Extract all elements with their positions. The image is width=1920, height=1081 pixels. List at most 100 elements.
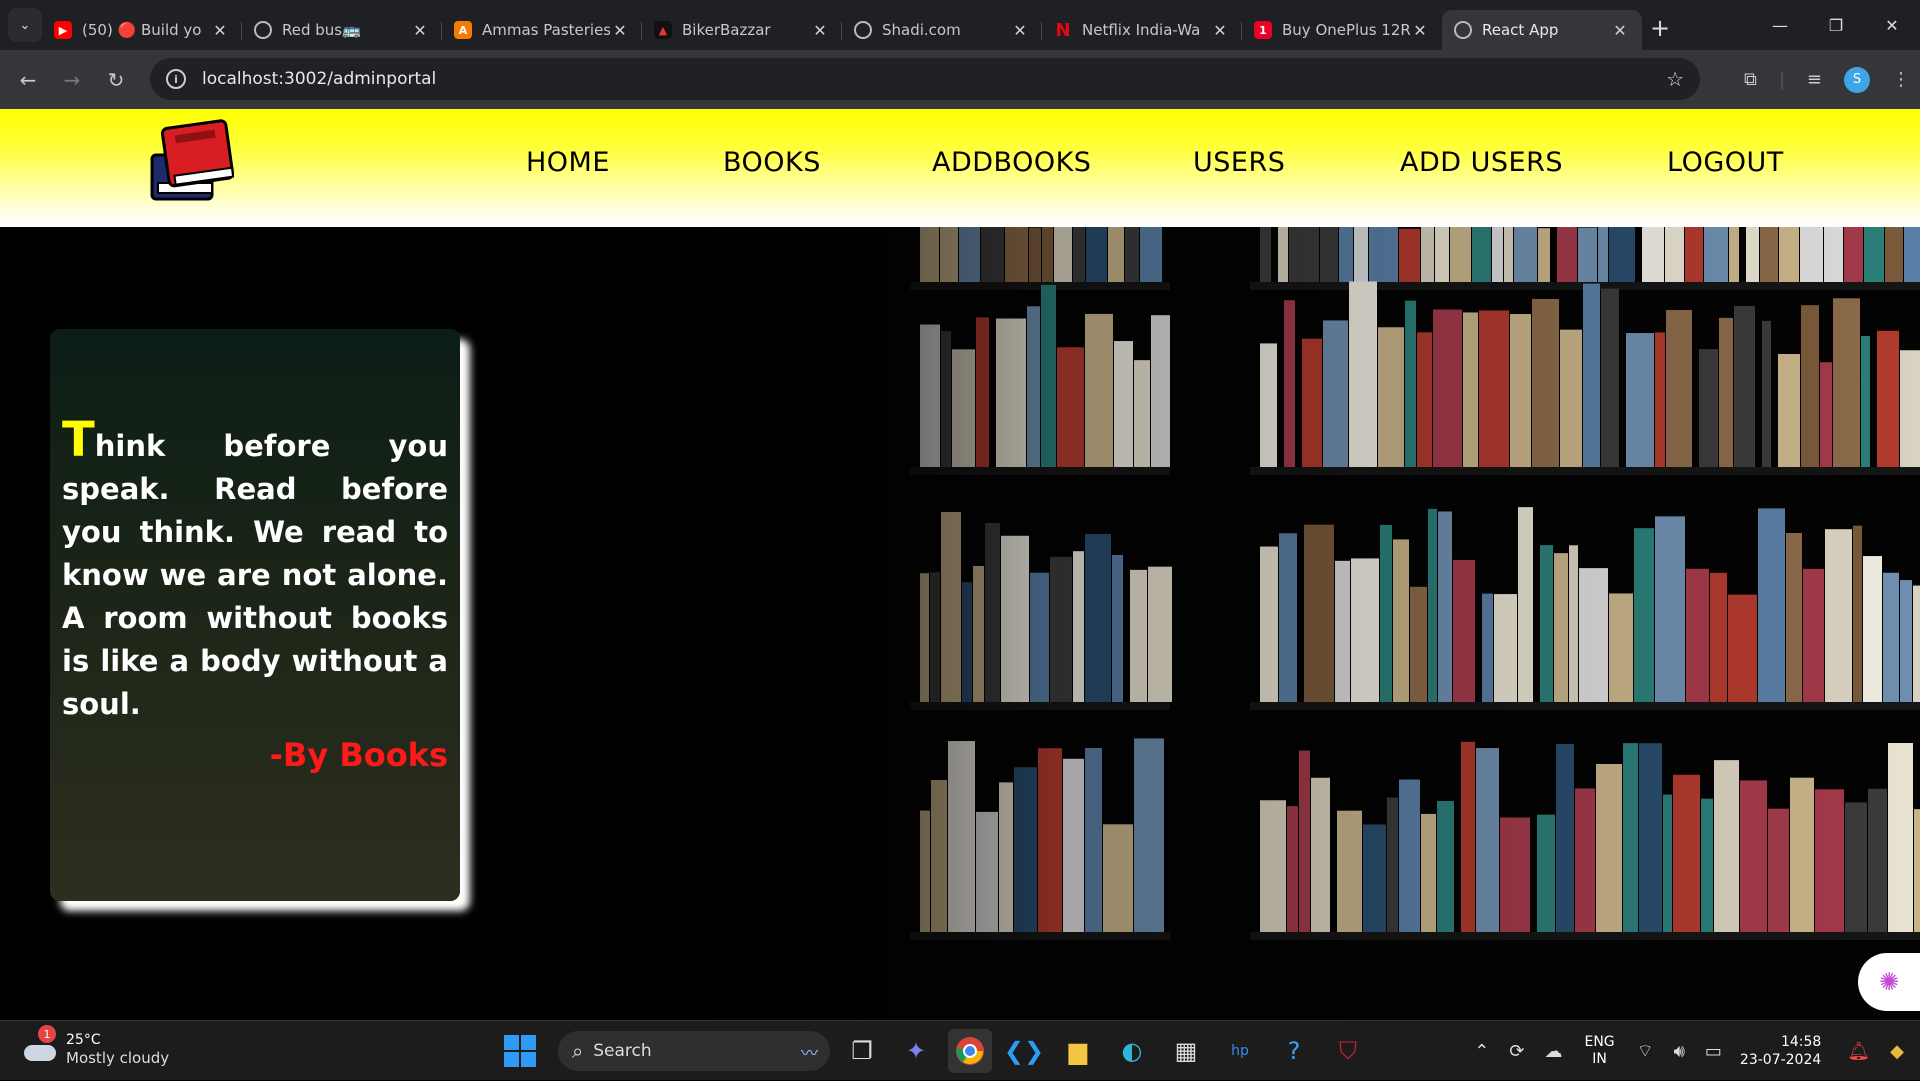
nav-home[interactable]: HOME (526, 147, 610, 178)
tab-title: Red bus🚌 (282, 21, 361, 39)
tab-title: Shadi.com (882, 21, 961, 39)
minimize-icon[interactable]: — (1752, 16, 1808, 35)
browser-toolbar: ← → ↻ i localhost:3002/adminportal ☆ ⧉ |… (0, 50, 1920, 109)
tab-youtube[interactable]: ▶ (50) 🔴 Build yo ✕ (42, 10, 242, 50)
quote-body: hink before you speak. Read before you t… (62, 429, 448, 721)
window-controls: — ❐ ✕ (1752, 0, 1920, 50)
chrome-icon[interactable] (948, 1029, 992, 1073)
tab-search-icon[interactable]: ⌄ (8, 8, 42, 42)
cloud-icon: 1 (22, 1025, 58, 1063)
bookmark-star-icon[interactable]: ☆ (1666, 67, 1684, 91)
mcafee-icon[interactable]: ⛉ (1326, 1029, 1370, 1073)
tab-react-app[interactable]: React App ✕ (1442, 10, 1642, 50)
teams-icon[interactable]: ✦ (894, 1029, 938, 1073)
tab-title: (50) 🔴 Build yo (82, 21, 202, 39)
nav-logout[interactable]: LOGOUT (1667, 147, 1784, 178)
nav-books[interactable]: BOOKS (723, 147, 821, 178)
system-tray: ⌃ ⟳ ☁ ENG IN ⌔ 🔊︎ ▭ 14:58 23-07-2024 🔔︎ … (1464, 1021, 1920, 1081)
close-icon[interactable]: ✕ (810, 21, 830, 40)
tab-title: BikerBazzar (682, 21, 771, 39)
edge-icon[interactable]: ◐ (1110, 1029, 1154, 1073)
chevron-up-icon[interactable]: ⌃ (1474, 1041, 1489, 1062)
tab-oneplus[interactable]: 1 Buy OnePlus 12R ✕ (1242, 10, 1442, 50)
forward-arrow-icon[interactable]: → (50, 68, 94, 92)
tab-redbus[interactable]: Red bus🚌 ✕ (242, 10, 442, 50)
close-icon[interactable]: ✕ (1410, 21, 1430, 40)
battery-icon[interactable]: ▭ (1705, 1041, 1722, 1062)
oneplus-icon: 1 (1254, 21, 1272, 39)
tab-ammas[interactable]: A Ammas Pasteries ✕ (442, 10, 642, 50)
restore-icon[interactable]: ❐ (1808, 16, 1864, 35)
window-close-icon[interactable]: ✕ (1864, 16, 1920, 35)
ammas-icon: A (454, 21, 472, 39)
assistant-brain-icon[interactable]: ✺ (1858, 953, 1920, 1011)
hero-bookshelf-background: Think before you speak. Read before you … (0, 227, 1920, 1020)
vscode-icon[interactable]: ❮❯ (1002, 1029, 1046, 1073)
file-explorer-icon[interactable]: ▆ (1056, 1029, 1100, 1073)
copilot-icon[interactable]: ◆ (1890, 1041, 1904, 1062)
search-label: Search (593, 1041, 652, 1061)
lang-code: ENG (1584, 1034, 1615, 1050)
nav-add-users[interactable]: ADD USERS (1400, 147, 1563, 178)
clock-date: 23-07-2024 (1739, 1052, 1822, 1068)
language-indicator[interactable]: ENG IN (1584, 1034, 1614, 1068)
globe-icon (854, 21, 872, 39)
media-control-icon[interactable]: ≡ (1807, 69, 1822, 90)
close-icon[interactable]: ✕ (1010, 21, 1030, 40)
wifi-icon[interactable]: ⌔ (1637, 1040, 1654, 1063)
new-tab-button[interactable]: + (1642, 14, 1678, 42)
main-nav: HOME BOOKS ADDBOOKS USERS ADD USERS LOGO… (0, 147, 1920, 187)
sync-icon[interactable]: ⟳ (1509, 1041, 1524, 1062)
address-bar[interactable]: i localhost:3002/adminportal ☆ (150, 58, 1700, 100)
close-icon[interactable]: ✕ (1610, 21, 1630, 40)
menu-dots-icon[interactable]: ⋮ (1892, 69, 1910, 90)
weather-temp: 25°C (66, 1032, 101, 1048)
close-icon[interactable]: ✕ (410, 21, 430, 40)
tab-title: React App (1482, 21, 1559, 39)
site-info-icon[interactable]: i (166, 69, 186, 89)
back-arrow-icon[interactable]: ← (6, 68, 50, 92)
youtube-icon: ▶ (54, 21, 72, 39)
close-icon[interactable]: ✕ (610, 21, 630, 40)
taskbar-search[interactable]: ⌕ Search 〰 (558, 1031, 830, 1071)
quote-first-letter: T (62, 412, 95, 468)
tab-bikerbazzar[interactable]: ▲ BikerBazzar ✕ (642, 10, 842, 50)
myhp-icon[interactable]: hp (1218, 1029, 1262, 1073)
notification-bell-icon[interactable]: 🔔︎ (1847, 1041, 1870, 1062)
site-header: HOME BOOKS ADDBOOKS USERS ADD USERS LOGO… (0, 109, 1920, 227)
tab-title: Ammas Pasteries (482, 21, 610, 39)
nav-users[interactable]: USERS (1193, 147, 1285, 178)
windows-start-icon[interactable] (504, 1035, 536, 1067)
quote-card: Think before you speak. Read before you … (50, 329, 460, 901)
url-text: localhost:3002/adminportal (202, 69, 437, 89)
tab-netflix[interactable]: N Netflix India-Wa ✕ (1042, 10, 1242, 50)
weather-condition: Mostly cloudy (66, 1049, 170, 1067)
windows-taskbar: 1 25°C Mostly cloudy ⌕ Search 〰 ❐ ✦ ❮❯ ▆… (0, 1020, 1920, 1080)
bikerbazzar-icon: ▲ (654, 21, 672, 39)
nav-addbooks[interactable]: ADDBOOKS (932, 147, 1091, 178)
weather-widget[interactable]: 1 25°C Mostly cloudy (22, 1025, 170, 1067)
profile-avatar[interactable]: S (1844, 66, 1870, 93)
lang-region: IN (1592, 1051, 1607, 1067)
reload-icon[interactable]: ↻ (94, 68, 138, 92)
quote-text: Think before you speak. Read before you … (62, 416, 448, 726)
search-icon: ⌕ (572, 1039, 584, 1063)
tab-shadi[interactable]: Shadi.com ✕ (842, 10, 1042, 50)
extensions-icon[interactable]: ⧉ (1744, 69, 1757, 90)
notification-badge: 1 (38, 1025, 56, 1043)
store-icon[interactable]: ▦ (1164, 1029, 1208, 1073)
close-icon[interactable]: ✕ (210, 21, 230, 40)
volume-icon[interactable]: 🔊︎ (1674, 1041, 1685, 1062)
browser-tab-strip: ⌄ ▶ (50) 🔴 Build yo ✕ Red bus🚌 ✕ A Ammas… (0, 0, 1920, 50)
tab-title: Buy OnePlus 12R (1282, 21, 1410, 39)
cloud-off-icon[interactable]: ☁ (1544, 1041, 1562, 1062)
globe-icon (254, 21, 272, 39)
netflix-icon: N (1055, 19, 1071, 41)
globe-icon (1454, 21, 1472, 39)
task-view-icon[interactable]: ❐ (840, 1029, 884, 1073)
clock[interactable]: 14:58 23-07-2024 (1740, 1033, 1821, 1069)
quote-attribution: -By Books (269, 736, 448, 774)
close-icon[interactable]: ✕ (1210, 21, 1230, 40)
help-icon[interactable]: ? (1272, 1029, 1316, 1073)
tab-title: Netflix India-Wa (1082, 21, 1201, 39)
